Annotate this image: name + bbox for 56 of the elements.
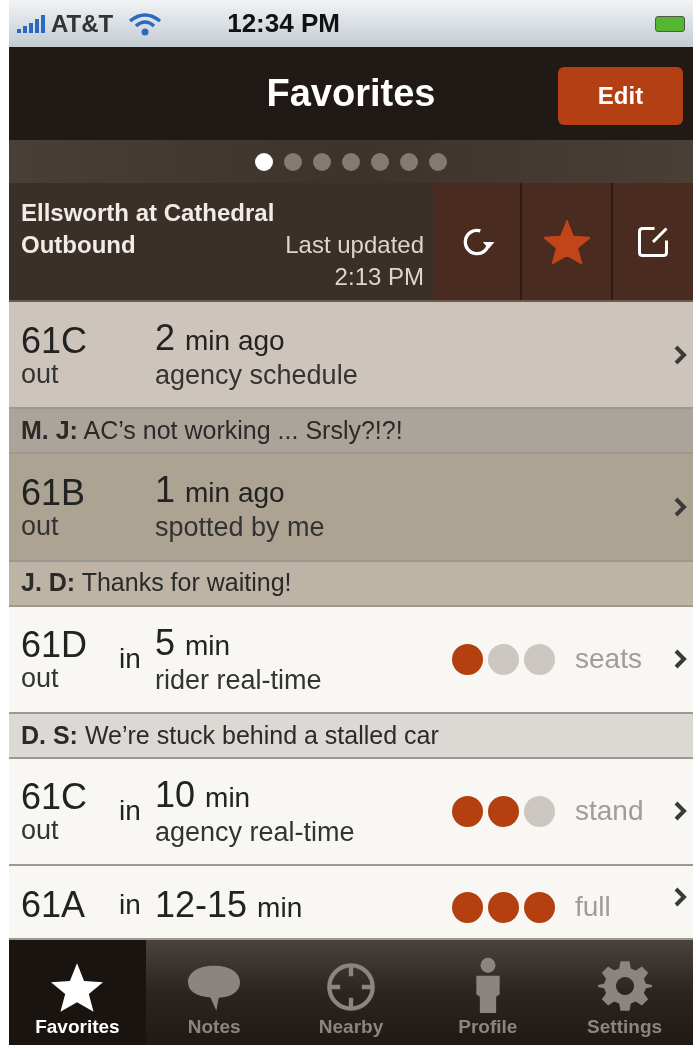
compose-button[interactable] (613, 183, 693, 300)
wifi-icon (127, 11, 164, 36)
tab-bar-item[interactable]: Notes (145, 940, 283, 1045)
route-direction: out (21, 816, 60, 845)
eta-prefix: in (119, 794, 141, 829)
star-icon (543, 219, 590, 264)
last-updated-time: 2:13 PM (334, 262, 424, 292)
arrival-row[interactable]: 61C out 2 min ago agency schedule (9, 302, 693, 410)
tab-bar-item[interactable]: Profile (419, 940, 557, 1045)
route-number: 61D (21, 626, 89, 665)
rider-note: M. J: AC’s not working ... Srsly?!?! (21, 415, 403, 447)
edit-button[interactable]: Edit (558, 67, 683, 125)
crowding-label: seats (575, 642, 643, 677)
carrier-name: AT&T (51, 8, 114, 39)
rider-note: J. D: Thanks for waiting! (21, 567, 292, 599)
battery-icon (655, 15, 685, 32)
crosshair-icon (325, 960, 377, 1013)
refresh-button[interactable] (434, 183, 522, 300)
chevron-icon (673, 886, 687, 909)
data-source: spotted by me (155, 512, 325, 543)
eta-time: 2 min ago (155, 319, 285, 361)
arrival-row[interactable]: 61A in 12-15 min full (9, 866, 693, 940)
screen-title: Favorites (266, 71, 436, 116)
route-number: 61A (21, 886, 87, 925)
data-source: agency schedule (155, 360, 358, 391)
crowding-label: full (575, 890, 612, 925)
route-number: 61C (21, 321, 89, 360)
tab-bar-item[interactable]: Settings (556, 940, 693, 1045)
eta-time: 5 min (155, 623, 231, 665)
route-direction: out (21, 512, 60, 540)
route-number: 61C (21, 778, 89, 817)
tab-bar-item[interactable]: Favorites (9, 940, 146, 1045)
eta-time: 10 min (155, 776, 251, 817)
chevron-icon (673, 343, 687, 366)
last-updated-label: Last updated (285, 230, 424, 260)
tab-bar-item[interactable]: Nearby (282, 940, 420, 1045)
chevron-icon (673, 648, 687, 671)
data-source: agency real-time (155, 817, 355, 847)
eta-prefix: in (119, 642, 141, 677)
crowding-label: stand (575, 794, 645, 829)
eta-time: 1 min ago (155, 471, 285, 513)
eta-time: 12-15 min (155, 886, 303, 928)
clock-time: 12:34 PM (227, 7, 340, 40)
arrival-row[interactable]: 61B out 1 min ago spotted by me (9, 454, 693, 562)
stop-direction: Outbound (21, 230, 136, 260)
chevron-icon (673, 800, 687, 823)
route-direction: out (21, 359, 60, 388)
route-number: 61B (21, 474, 87, 512)
data-source: rider real-time (155, 664, 322, 695)
eta-prefix: in (119, 888, 141, 923)
stop-name: Ellsworth at Cathedral (21, 198, 276, 228)
route-direction: out (21, 664, 60, 693)
chevron-icon (673, 496, 687, 518)
gear-icon (597, 958, 652, 1013)
signal-icon (17, 13, 47, 34)
rider-note: D. S: We’re stuck behind a stalled car (21, 719, 439, 751)
